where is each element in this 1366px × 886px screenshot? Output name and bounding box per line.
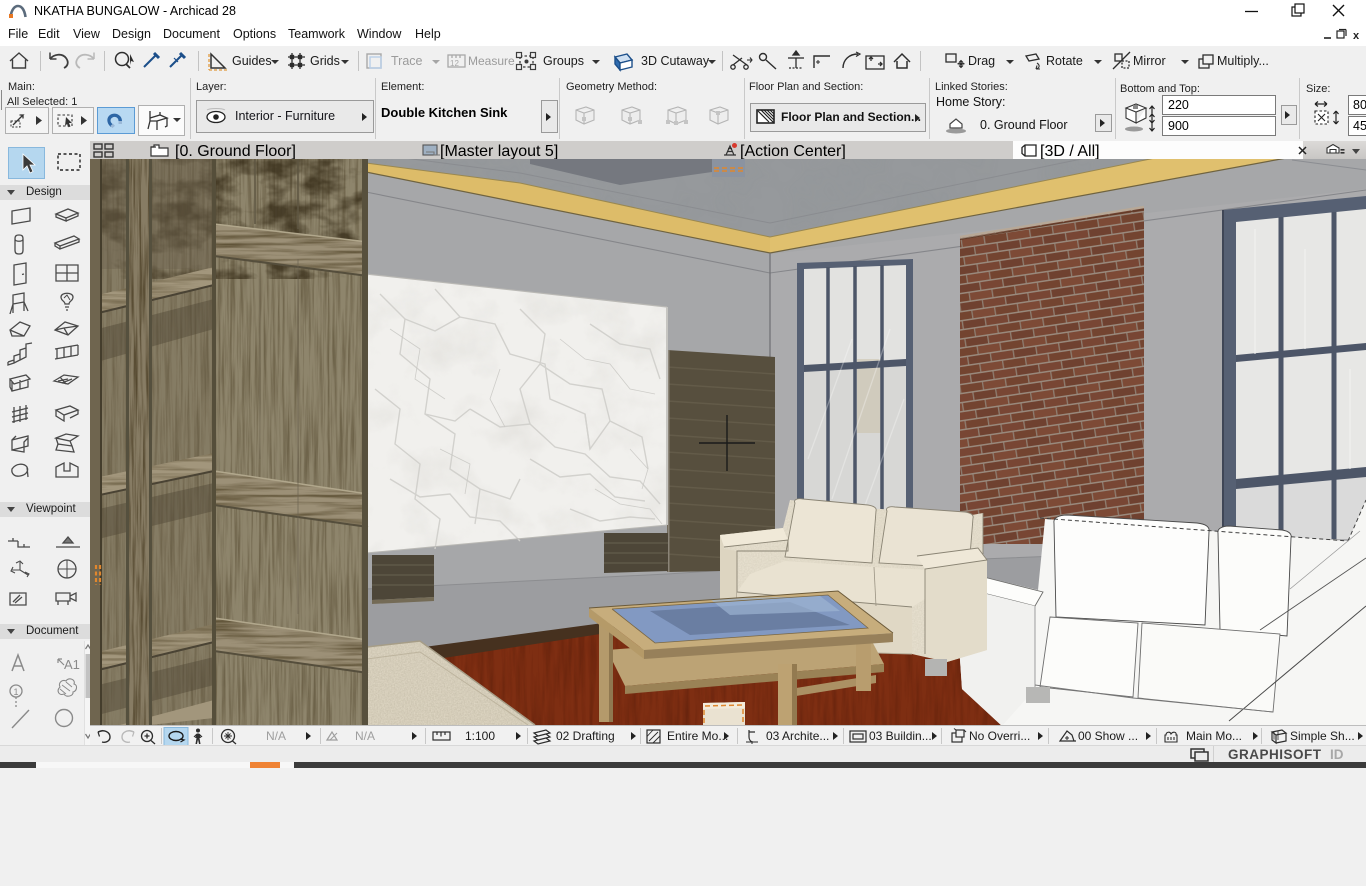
- svg-text:12: 12: [450, 59, 459, 68]
- svg-text:1: 1: [14, 687, 19, 697]
- svg-text:A1: A1: [64, 657, 80, 672]
- svg-text:x: x: [1353, 30, 1360, 42]
